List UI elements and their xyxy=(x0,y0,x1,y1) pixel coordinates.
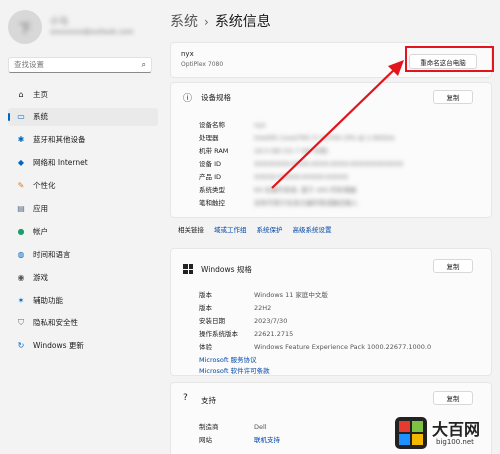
annotation-arrow-icon xyxy=(271,60,404,189)
watermark-logo-icon xyxy=(395,417,427,449)
watermark-url: big100.net xyxy=(436,438,474,446)
watermark-text: 大百网 xyxy=(432,420,481,439)
watermark: 大百网 big100.net xyxy=(390,414,500,454)
